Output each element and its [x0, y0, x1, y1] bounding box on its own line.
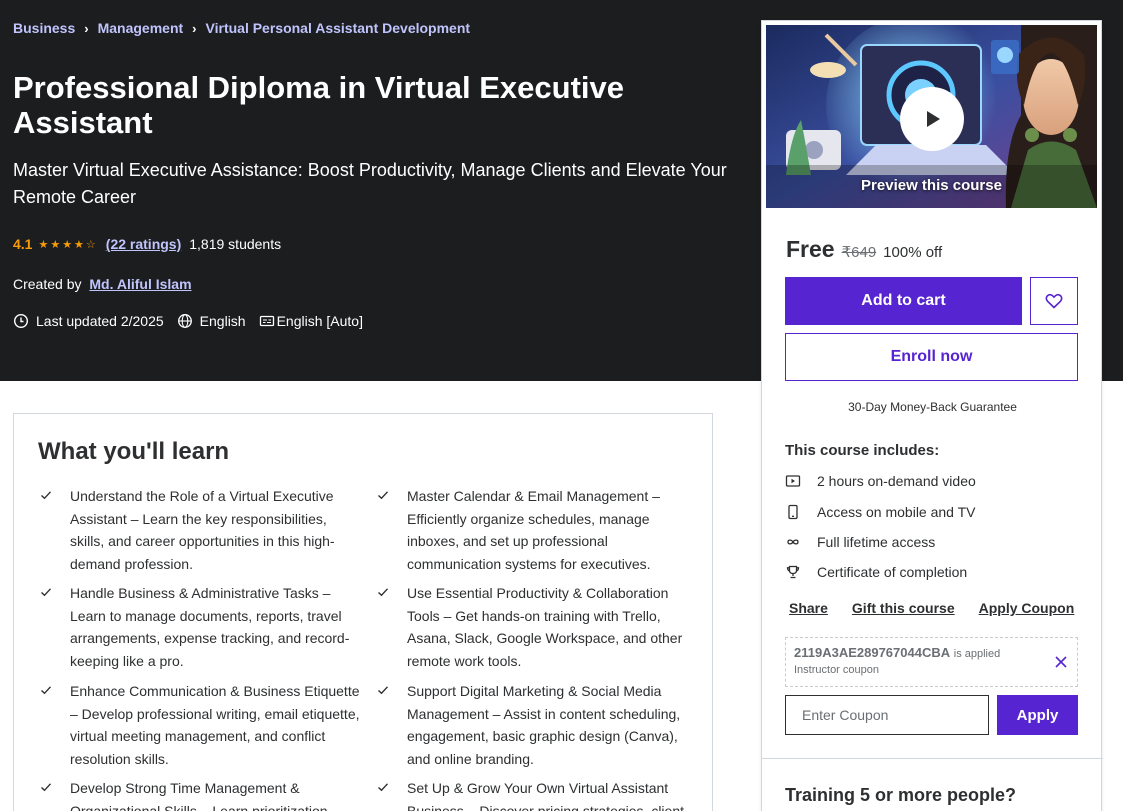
learn-item-text: Enhance Communication & Business Etiquet…	[70, 683, 360, 767]
learn-item-text: Master Calendar & Email Management – Eff…	[407, 488, 660, 572]
coupon-type: Instructor coupon	[794, 664, 879, 676]
learn-title: What you'll learn	[38, 438, 230, 465]
created-by-label: Created by	[13, 276, 82, 292]
apply-coupon-button[interactable]: Apply	[997, 695, 1078, 735]
learn-item: Enhance Communication & Business Etiquet…	[41, 680, 360, 770]
learn-item-text: Use Essential Productivity & Collaborati…	[407, 585, 683, 669]
course-captions: English [Auto]	[276, 313, 363, 329]
include-text: Full lifetime access	[817, 534, 936, 550]
include-text: Access on mobile and TV	[817, 504, 976, 520]
includes-title: This course includes:	[785, 442, 940, 459]
play-button[interactable]	[900, 87, 964, 151]
course-actions: Share Gift this course Apply Coupon	[789, 600, 1098, 616]
course-preview[interactable]: Preview this course	[766, 25, 1097, 208]
learn-item: Support Digital Marketing & Social Media…	[378, 680, 697, 770]
include-item-lifetime: Full lifetime access	[785, 534, 935, 550]
check-icon	[39, 583, 53, 597]
add-to-cart-button[interactable]: Add to cart	[785, 277, 1022, 325]
check-icon	[376, 583, 390, 597]
include-text: 2 hours on-demand video	[817, 473, 976, 489]
training-title: Training 5 or more people?	[785, 785, 1017, 805]
current-price: Free	[786, 236, 835, 262]
check-icon	[39, 778, 53, 792]
include-item-video: 2 hours on-demand video	[785, 473, 976, 489]
created-by: Created by Md. Aliful Islam	[13, 276, 192, 292]
share-link[interactable]: Share	[789, 600, 828, 616]
learn-item: Handle Business & Administrative Tasks –…	[41, 582, 360, 672]
breadcrumb-business[interactable]: Business	[13, 20, 75, 36]
rating-value: 4.1	[13, 236, 33, 252]
play-icon	[927, 111, 940, 127]
learn-item: Master Calendar & Email Management – Eff…	[378, 485, 697, 575]
money-back-guarantee: 30-Day Money-Back Guarantee	[848, 400, 1017, 414]
alert-clock-icon	[13, 313, 29, 329]
check-icon	[39, 681, 53, 695]
learn-item-text: Support Digital Marketing & Social Media…	[407, 683, 681, 767]
discount-percent: 100% off	[883, 244, 943, 261]
trophy-icon	[785, 564, 801, 580]
learn-item: Understand the Role of a Virtual Executi…	[41, 485, 360, 575]
include-item-mobile: Access on mobile and TV	[785, 504, 976, 520]
learn-item: Develop Strong Time Management & Organiz…	[41, 777, 360, 811]
rating-row: 4.1 ★★★★☆ (22 ratings) 1,819 students	[13, 236, 281, 252]
mobile-icon	[785, 504, 801, 520]
check-icon	[376, 778, 390, 792]
divider	[762, 758, 1103, 759]
enroll-now-button[interactable]: Enroll now	[785, 333, 1078, 381]
learn-item-text: Understand the Role of a Virtual Executi…	[70, 488, 335, 572]
course-title: Professional Diploma in Virtual Executiv…	[13, 70, 625, 140]
apply-coupon-link[interactable]: Apply Coupon	[979, 600, 1075, 616]
wishlist-button[interactable]	[1030, 277, 1078, 325]
star-rating-icon: ★★★★☆	[38, 238, 98, 251]
instructor-link[interactable]: Md. Aliful Islam	[89, 276, 191, 292]
check-icon	[39, 486, 53, 500]
heart-icon	[1045, 293, 1063, 309]
coupon-code: 2119A3AE289767044CBA	[794, 645, 951, 660]
coupon-applied-text: is applied	[953, 648, 1001, 660]
close-icon	[1055, 656, 1067, 668]
remove-coupon-button[interactable]	[1054, 655, 1068, 669]
learn-item-text: Set Up & Grow Your Own Virtual Assistant…	[407, 780, 685, 811]
infinity-icon	[785, 534, 801, 550]
video-icon	[785, 473, 801, 489]
course-language: English	[199, 313, 246, 329]
coupon-code-line: 2119A3AE289767044CBA is applied	[794, 645, 1069, 660]
learn-item-text: Handle Business & Administrative Tasks –…	[70, 585, 350, 669]
learn-item: Use Essential Productivity & Collaborati…	[378, 582, 697, 672]
breadcrumb: Business › Management › Virtual Personal…	[13, 20, 470, 36]
what-you-will-learn: What you'll learn Understand the Role of…	[13, 413, 713, 811]
captions-icon	[259, 313, 275, 329]
include-item-certificate: Certificate of completion	[785, 564, 967, 580]
breadcrumb-management[interactable]: Management	[98, 20, 184, 36]
check-icon	[376, 681, 390, 695]
chevron-right-icon: ›	[84, 20, 89, 36]
learn-item-text: Develop Strong Time Management & Organiz…	[70, 780, 328, 811]
breadcrumb-virtual-personal-assistant[interactable]: Virtual Personal Assistant Development	[206, 20, 471, 36]
gift-course-link[interactable]: Gift this course	[852, 600, 955, 616]
preview-label: Preview this course	[861, 177, 1002, 194]
students-count: 1,819 students	[189, 236, 282, 252]
last-updated: Last updated 2/2025	[36, 313, 164, 329]
course-meta: Last updated 2/2025 English English [Aut…	[13, 313, 376, 329]
purchase-sidebar: Preview this course Free ₹649 100% off A…	[761, 20, 1103, 811]
include-text: Certificate of completion	[817, 564, 968, 580]
ratings-count-link[interactable]: (22 ratings)	[106, 236, 181, 252]
original-price: ₹649	[841, 244, 877, 261]
price-row: Free ₹649 100% off	[786, 236, 942, 263]
chevron-right-icon: ›	[192, 20, 197, 36]
check-icon	[376, 486, 390, 500]
globe-icon	[177, 313, 193, 329]
coupon-input[interactable]	[785, 695, 989, 735]
course-subtitle: Master Virtual Executive Assistance: Boo…	[13, 160, 727, 207]
applied-coupon: 2119A3AE289767044CBA is applied Instruct…	[785, 637, 1078, 687]
learn-item: Set Up & Grow Your Own Virtual Assistant…	[378, 777, 697, 811]
